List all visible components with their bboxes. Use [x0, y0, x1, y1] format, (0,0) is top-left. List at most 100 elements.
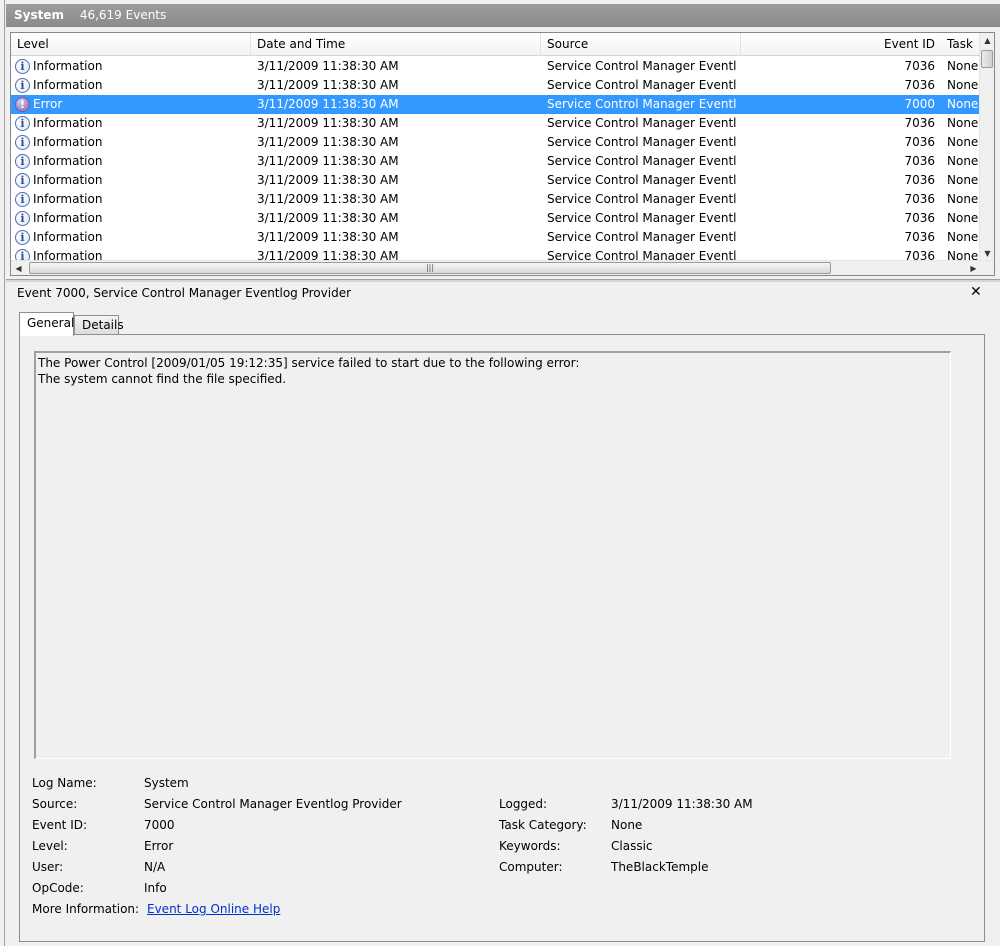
event-level-text: Information — [33, 59, 103, 73]
user-label: User: — [32, 860, 64, 874]
event-date-time: 3/11/2009 11:38:30 AM — [257, 173, 399, 187]
column-header-task[interactable]: Task — [941, 33, 981, 56]
event-task: None — [947, 230, 979, 244]
scroll-right-arrow-icon[interactable]: ▶ — [966, 261, 981, 275]
event-level: i Information — [15, 190, 245, 209]
event-source: Service Control Manager Eventlog... — [547, 249, 737, 261]
event-row[interactable]: i Information 3/11/2009 11:38:30 AM Service… — [11, 190, 981, 209]
event-log-online-help-link[interactable]: Event Log Online Help — [147, 902, 280, 916]
event-row[interactable]: i Information 3/11/2009 11:38:30 AM Service… — [11, 57, 981, 76]
more-information-label: More Information: — [32, 902, 140, 916]
column-header-level[interactable]: Level — [11, 33, 251, 56]
event-task: None — [947, 97, 979, 111]
event-task: None — [947, 135, 979, 149]
event-date-time: 3/11/2009 11:38:30 AM — [257, 135, 399, 149]
event-task: None — [947, 192, 979, 206]
information-icon: i — [15, 173, 30, 188]
level-label: Level: — [32, 839, 68, 853]
event-row[interactable]: i Information 3/11/2009 11:38:30 AM Service… — [11, 76, 981, 95]
event-level-text: Information — [33, 116, 103, 130]
column-header-source[interactable]: Source — [541, 33, 741, 56]
scroll-up-arrow-icon[interactable]: ▲ — [980, 33, 994, 48]
event-level: i Information — [15, 133, 245, 152]
window-left-edge — [0, 0, 5, 946]
logged-label: Logged: — [499, 797, 548, 811]
event-source: Service Control Manager Eventlog... — [547, 230, 737, 244]
log-title-bar: System 46,619 Events — [6, 4, 1000, 27]
column-header-event-id[interactable]: Event ID — [741, 33, 941, 56]
event-row[interactable]: i Information 3/11/2009 11:38:30 AM Service… — [11, 152, 981, 171]
event-row[interactable]: i Information 3/11/2009 11:38:30 AM Service… — [11, 114, 981, 133]
column-header-date-time[interactable]: Date and Time — [251, 33, 541, 56]
event-level: i Information — [15, 76, 245, 95]
event-level-text: Information — [33, 173, 103, 187]
event-message-box[interactable]: The Power Control [2009/01/05 19:12:35] … — [34, 351, 951, 759]
opcode-label: OpCode: — [32, 881, 84, 895]
event-task: None — [947, 59, 979, 73]
scroll-left-arrow-icon[interactable]: ◀ — [11, 261, 26, 275]
event-id: 7036 — [904, 249, 935, 261]
event-source: Service Control Manager Eventlog... — [547, 192, 737, 206]
event-row[interactable]: ! Error 3/11/2009 11:38:30 AM Service Contr… — [11, 95, 981, 114]
information-icon: i — [15, 154, 30, 169]
event-row[interactable]: i Information 3/11/2009 11:38:30 AM Service… — [11, 247, 981, 261]
information-icon: i — [15, 78, 30, 93]
event-level-text: Error — [33, 97, 63, 111]
message-line: The Power Control [2009/01/05 19:12:35] … — [38, 356, 580, 370]
event-date-time: 3/11/2009 11:38:30 AM — [257, 192, 399, 206]
event-row[interactable]: i Information 3/11/2009 11:38:30 AM Service… — [11, 209, 981, 228]
opcode-value: Info — [144, 881, 167, 895]
event-date-time: 3/11/2009 11:38:30 AM — [257, 97, 399, 111]
event-row[interactable]: i Information 3/11/2009 11:38:30 AM Service… — [11, 133, 981, 152]
error-icon: ! — [15, 97, 30, 112]
information-icon: i — [15, 230, 30, 245]
event-id: 7036 — [904, 173, 935, 187]
log-name: System — [14, 8, 64, 22]
event-level-text: Information — [33, 192, 103, 206]
tab-details[interactable]: Details — [74, 315, 124, 335]
keywords-value: Classic — [611, 839, 653, 853]
event-level-text: Information — [33, 135, 103, 149]
event-list[interactable]: Level Date and Time Source Event ID Task… — [10, 32, 995, 276]
event-source: Service Control Manager Eventlog... — [547, 97, 737, 111]
event-level-text: Information — [33, 78, 103, 92]
event-row[interactable]: i Information 3/11/2009 11:38:30 AM Service… — [11, 228, 981, 247]
event-count: 46,619 Events — [79, 8, 167, 22]
horizontal-scroll-thumb[interactable]: ||| — [29, 262, 831, 274]
event-task: None — [947, 249, 979, 261]
event-level: i Information — [15, 228, 245, 247]
scroll-down-arrow-icon[interactable]: ▼ — [980, 246, 994, 261]
event-id: 7036 — [904, 192, 935, 206]
event-id: 7036 — [904, 78, 935, 92]
event-id-value: 7000 — [144, 818, 175, 832]
pane-splitter[interactable] — [6, 279, 1000, 282]
event-id: 7000 — [904, 97, 935, 111]
message-line: The system cannot find the file specifie… — [38, 372, 287, 386]
event-date-time: 3/11/2009 11:38:30 AM — [257, 154, 399, 168]
event-task: None — [947, 154, 979, 168]
event-source: Service Control Manager Eventlog... — [547, 59, 737, 73]
task-category-label: Task Category: — [499, 818, 587, 832]
horizontal-scrollbar[interactable]: ◀ ||| ▶ — [11, 260, 994, 275]
level-value: Error — [144, 839, 174, 853]
event-source: Service Control Manager Eventlog... — [547, 211, 737, 225]
event-date-time: 3/11/2009 11:38:30 AM — [257, 78, 399, 92]
event-id: 7036 — [904, 116, 935, 130]
computer-label: Computer: — [499, 860, 563, 874]
event-date-time: 3/11/2009 11:38:30 AM — [257, 230, 399, 244]
tab-general[interactable]: General — [19, 312, 74, 336]
computer-value: TheBlackTemple — [611, 860, 709, 874]
log-name-value: System — [144, 776, 189, 790]
event-id: 7036 — [904, 230, 935, 244]
event-date-time: 3/11/2009 11:38:30 AM — [257, 116, 399, 130]
event-level: i Information — [15, 209, 245, 228]
event-id: 7036 — [904, 59, 935, 73]
close-icon[interactable]: ✕ — [970, 284, 982, 300]
vertical-scrollbar[interactable]: ▲ ▼ — [979, 33, 994, 261]
event-level: ! Error — [15, 95, 245, 114]
vertical-scroll-thumb[interactable] — [981, 50, 993, 68]
event-date-time: 3/11/2009 11:38:30 AM — [257, 249, 399, 261]
event-id: 7036 — [904, 135, 935, 149]
event-row[interactable]: i Information 3/11/2009 11:38:30 AM Service… — [11, 171, 981, 190]
source-value: Service Control Manager Eventlog Provide… — [144, 797, 402, 811]
